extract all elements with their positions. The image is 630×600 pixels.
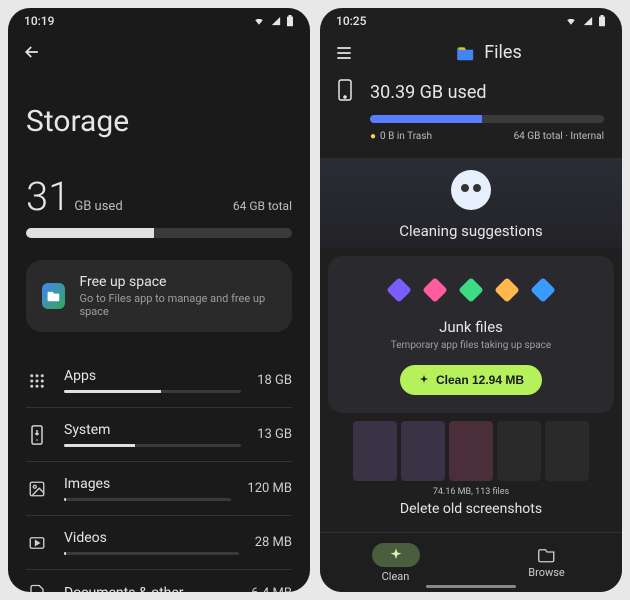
category-row-system[interactable]: System 13 GB	[26, 408, 292, 461]
sparkle-icon	[418, 374, 430, 386]
category-label: Images	[64, 476, 231, 492]
category-row-videos[interactable]: Videos 28 MB	[26, 516, 292, 569]
category-value: 6.4 MB	[251, 586, 292, 593]
junk-title: Junk files	[342, 318, 600, 336]
screenshots-title: Delete old screenshots	[328, 501, 614, 517]
menu-button[interactable]	[334, 43, 354, 63]
usage-value: 31	[26, 173, 70, 220]
home-indicator[interactable]	[426, 585, 516, 588]
images-icon	[26, 480, 48, 498]
cleaning-hero: Cleaning suggestions	[320, 158, 622, 248]
page-title: Storage	[26, 104, 292, 139]
nav-clean[interactable]: Clean	[320, 533, 471, 592]
screenshot-thumbs	[328, 421, 614, 481]
clock: 10:25	[336, 14, 366, 28]
usage-summary: 31 GB used 64 GB total	[26, 173, 292, 220]
category-label: Videos	[64, 530, 239, 546]
usage-unit: GB used	[74, 199, 122, 214]
free-up-subtitle: Go to Files app to manage and free up sp…	[79, 292, 276, 318]
category-row-images[interactable]: Images 120 MB	[26, 462, 292, 515]
category-row-apps[interactable]: Apps 18 GB	[26, 354, 292, 407]
battery-icon	[598, 15, 606, 27]
system-icon	[26, 425, 48, 445]
used-label: 30.39 GB used	[370, 82, 487, 103]
storage-bar	[370, 115, 604, 123]
free-up-space-card[interactable]: Free up space Go to Files app to manage …	[26, 260, 292, 332]
status-bar: 10:25	[320, 8, 622, 32]
category-value: 28 MB	[255, 535, 292, 550]
videos-icon	[26, 534, 48, 552]
settings-storage-screen: 10:19 Storage 31 GB used 64 GB total Free…	[8, 8, 310, 592]
files-logo-icon	[456, 45, 476, 61]
bottom-nav: Clean Browse	[320, 532, 622, 592]
trash-size: ●0 B in Trash	[370, 131, 432, 142]
files-app-icon	[42, 283, 65, 309]
files-app-screen: 10:25 Files 30.39 GB used ●0 B in Trash …	[320, 8, 622, 592]
top-bar	[8, 32, 310, 68]
total-label: 64 GB total · Internal	[514, 131, 604, 142]
nav-browse[interactable]: Browse	[471, 533, 622, 592]
category-label: Documents & other	[64, 585, 235, 592]
wifi-icon	[564, 16, 578, 26]
phone-icon	[338, 79, 358, 105]
docs-icon	[26, 584, 48, 592]
storage-bar	[26, 228, 292, 238]
status-bar: 10:19	[8, 8, 310, 32]
junk-subtitle: Temporary app files taking up space	[342, 340, 600, 351]
junk-illustration	[342, 272, 600, 308]
usage-total: 64 GB total	[233, 199, 292, 213]
wifi-icon	[252, 16, 266, 26]
screenshots-meta: 74.16 MB, 113 files	[328, 487, 614, 497]
category-row-docs[interactable]: Documents & other 6.4 MB	[26, 570, 292, 592]
mascot-icon	[451, 170, 491, 210]
battery-icon	[286, 15, 294, 27]
status-icons	[564, 15, 606, 27]
signal-icon	[582, 16, 594, 26]
screenshots-card[interactable]: 74.16 MB, 113 files Delete old screensho…	[328, 421, 614, 517]
category-value: 120 MB	[247, 481, 292, 496]
signal-icon	[270, 16, 282, 26]
storage-summary[interactable]: 30.39 GB used ●0 B in Trash 64 GB total …	[320, 69, 622, 148]
category-value: 18 GB	[257, 373, 292, 388]
category-value: 13 GB	[257, 427, 292, 442]
junk-files-card[interactable]: Junk files Temporary app files taking up…	[328, 256, 614, 413]
category-label: System	[64, 422, 241, 438]
sparkle-icon	[388, 547, 404, 563]
status-icons	[252, 15, 294, 27]
hero-title: Cleaning suggestions	[399, 222, 543, 240]
clock: 10:19	[24, 14, 54, 28]
clean-junk-button[interactable]: Clean 12.94 MB	[400, 365, 542, 395]
category-label: Apps	[64, 368, 241, 384]
free-up-title: Free up space	[79, 274, 276, 290]
back-button[interactable]	[22, 42, 42, 62]
app-title: Files	[456, 42, 522, 63]
apps-icon	[26, 372, 48, 390]
top-bar: Files	[320, 32, 622, 69]
folder-icon	[538, 547, 556, 563]
